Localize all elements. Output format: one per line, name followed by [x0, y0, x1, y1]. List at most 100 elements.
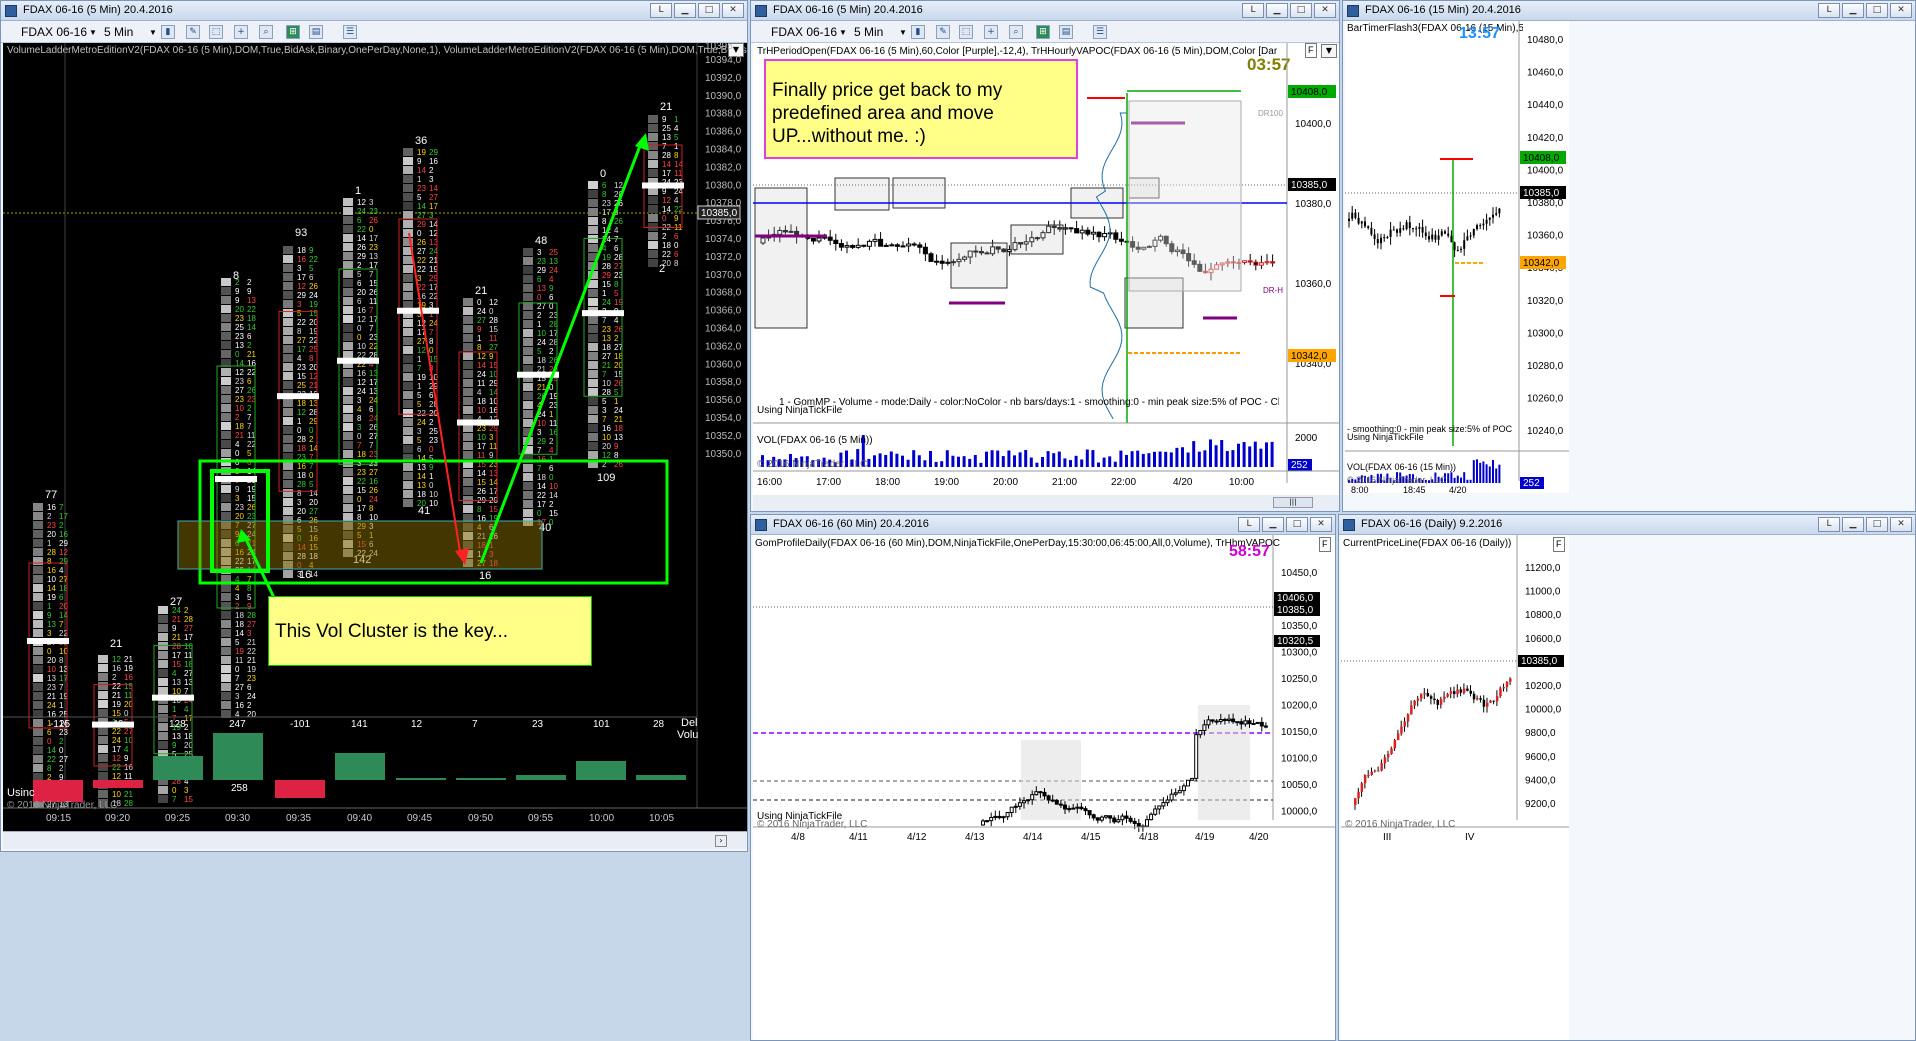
bar-type-icon[interactable]: ▮	[911, 25, 925, 39]
draw-pencil-icon[interactable]: ✎	[186, 25, 200, 39]
candle-body	[1242, 260, 1248, 263]
ladder-bid-value: 9	[235, 485, 240, 494]
titlebar[interactable]: FDAX 06-16 (5 Min) 20.4.2016 L ▁ □ ✕	[1, 1, 747, 21]
ladder-bid-value: 27	[235, 386, 244, 395]
ladder-bid-value: 8	[477, 343, 482, 352]
link-button[interactable]: L	[1818, 3, 1840, 18]
ladder-bid-value: 0	[47, 647, 52, 656]
minimize-button[interactable]: ▁	[1842, 517, 1864, 532]
close-button[interactable]: ✕	[1310, 517, 1332, 532]
crosshair-icon[interactable]: +	[984, 25, 998, 39]
scroll-right-icon[interactable]: ›	[715, 835, 727, 847]
ladder-ask-value: 18	[614, 424, 623, 433]
link-button[interactable]: L	[1818, 517, 1840, 532]
ladder-bid-value: 10	[537, 419, 546, 428]
app-icon	[5, 5, 17, 17]
horizontal-scrollbar[interactable]: |||	[753, 495, 1339, 511]
price-chart[interactable]: BarTimerFlash3(FDAX 06-16 (15 Min),5,T 1…	[1345, 21, 1569, 493]
y-tick-label: 9200,0	[1525, 799, 1556, 810]
link-button[interactable]: L	[1238, 517, 1260, 532]
titlebar[interactable]: FDAX 06-16 (15 Min) 20.4.2016 L ▁ □ ✕	[1343, 1, 1915, 21]
indicators-icon[interactable]: ⊞	[286, 25, 300, 39]
ladder-bid-value: 27	[417, 247, 426, 256]
volume-cell	[523, 311, 533, 319]
chevron-down-icon[interactable]: ▼	[89, 28, 97, 37]
volume-cell	[588, 298, 598, 306]
candle-body	[993, 815, 998, 818]
ladder-bid-value: 4	[235, 584, 240, 593]
annotation-note[interactable]: Finally price get back to my predefined …	[764, 59, 1078, 159]
horizontal-scrollbar[interactable]: ›	[3, 831, 747, 849]
maximize-button[interactable]: □	[1866, 3, 1888, 18]
titlebar[interactable]: FDAX 06-16 (Daily) 9.2.2016 L ▁ □ ✕	[1339, 515, 1915, 535]
ladder-bid-value: 10	[602, 379, 611, 388]
chevron-down-icon[interactable]: ▼	[839, 28, 847, 37]
maximize-button[interactable]: □	[1866, 517, 1888, 532]
indicators-icon[interactable]: ⊞	[1036, 25, 1050, 39]
ladder-ask-value: 0	[429, 481, 434, 490]
close-button[interactable]: ✕	[1890, 3, 1912, 18]
paint-icon[interactable]: ⬚	[209, 25, 223, 39]
instrument-selector[interactable]: FDAX 06-16	[771, 25, 837, 39]
using-label: Usinc	[7, 787, 35, 799]
volume-cell	[403, 328, 413, 336]
candle-body	[844, 245, 850, 248]
crosshair-icon[interactable]: +	[234, 25, 248, 39]
candle-body	[1354, 798, 1357, 805]
poc-marker	[582, 310, 624, 317]
titlebar[interactable]: FDAX 06-16 (5 Min) 20.4.2016 L ▁ □ ✕	[751, 1, 1339, 21]
ladder-bid-value: 1	[297, 417, 302, 426]
properties-icon[interactable]: ☰	[1093, 25, 1107, 39]
volume-cell	[523, 356, 533, 364]
strategy-icon[interactable]: ▤	[309, 25, 323, 39]
volume-cell	[221, 692, 231, 700]
close-button[interactable]: ✕	[1314, 3, 1336, 18]
candle-body	[1206, 719, 1211, 726]
ladder-bid-value: 4	[477, 388, 482, 397]
volume-cell	[221, 350, 231, 358]
minimize-button[interactable]: ▁	[1266, 3, 1288, 18]
volume-cell	[221, 332, 231, 340]
ladder-bid-value: 26	[477, 487, 486, 496]
maximize-button[interactable]: □	[1290, 3, 1312, 18]
draw-pencil-icon[interactable]: ✎	[936, 25, 950, 39]
instrument-selector[interactable]: FDAX 06-16	[21, 25, 87, 39]
interval-selector[interactable]: 5 Min	[854, 25, 883, 39]
price-chart[interactable]: TrHPeriodOpen(FDAX 06-16 (5 Min),60,Colo…	[753, 43, 1339, 495]
ladder-ask-value: 23	[429, 436, 438, 445]
close-button[interactable]: ✕	[722, 3, 744, 18]
ladder-ask-value: 27	[369, 468, 378, 477]
titlebar[interactable]: FDAX 06-16 (60 Min) 20.4.2016 L ▁ □ ✕	[751, 515, 1335, 535]
maximize-button[interactable]: □	[1286, 517, 1308, 532]
minimize-button[interactable]: ▁	[674, 3, 696, 18]
candle-body	[1013, 805, 1018, 808]
zoom-icon[interactable]: ⌕	[1009, 25, 1023, 39]
scroll-thumb[interactable]: |||	[1273, 497, 1313, 508]
chevron-down-icon[interactable]: ▼	[899, 28, 907, 37]
price-chart[interactable]: CurrentPriceLine(FDAX 06-16 (Daily)) F 1…	[1341, 535, 1569, 1040]
interval-selector[interactable]: 5 Min	[104, 25, 133, 39]
volume-cell	[523, 473, 533, 481]
paint-icon[interactable]: ⬚	[959, 25, 973, 39]
link-button[interactable]: L	[650, 3, 672, 18]
candle-body	[1502, 687, 1505, 689]
annotation-note[interactable]: This Vol Cluster is the key...	[268, 596, 592, 666]
chevron-down-icon[interactable]: ▼	[149, 28, 157, 37]
strategy-icon[interactable]: ▤	[1059, 25, 1073, 39]
bar-type-icon[interactable]: ▮	[161, 25, 175, 39]
price-chart[interactable]: GomProfileDaily(FDAX 06-16 (60 Min),DOM,…	[753, 535, 1335, 1040]
maximize-button[interactable]: □	[698, 3, 720, 18]
zoom-icon[interactable]: ⌕	[259, 25, 273, 39]
properties-icon[interactable]: ☰	[343, 25, 357, 39]
candle-body	[838, 243, 844, 248]
ladder-bid-value: 10	[477, 433, 486, 442]
close-button[interactable]: ✕	[1890, 517, 1912, 532]
minimize-button[interactable]: ▁	[1842, 3, 1864, 18]
minimize-button[interactable]: ▁	[1262, 517, 1284, 532]
price-chart[interactable]: VolumeLadderMetroEditionV2(FDAX 06-16 (5…	[3, 43, 747, 831]
link-button[interactable]: L	[1242, 3, 1264, 18]
candle-body	[1434, 234, 1437, 240]
candle-body	[1472, 693, 1476, 700]
candle-body	[1062, 227, 1068, 230]
volume-cell	[648, 196, 658, 204]
